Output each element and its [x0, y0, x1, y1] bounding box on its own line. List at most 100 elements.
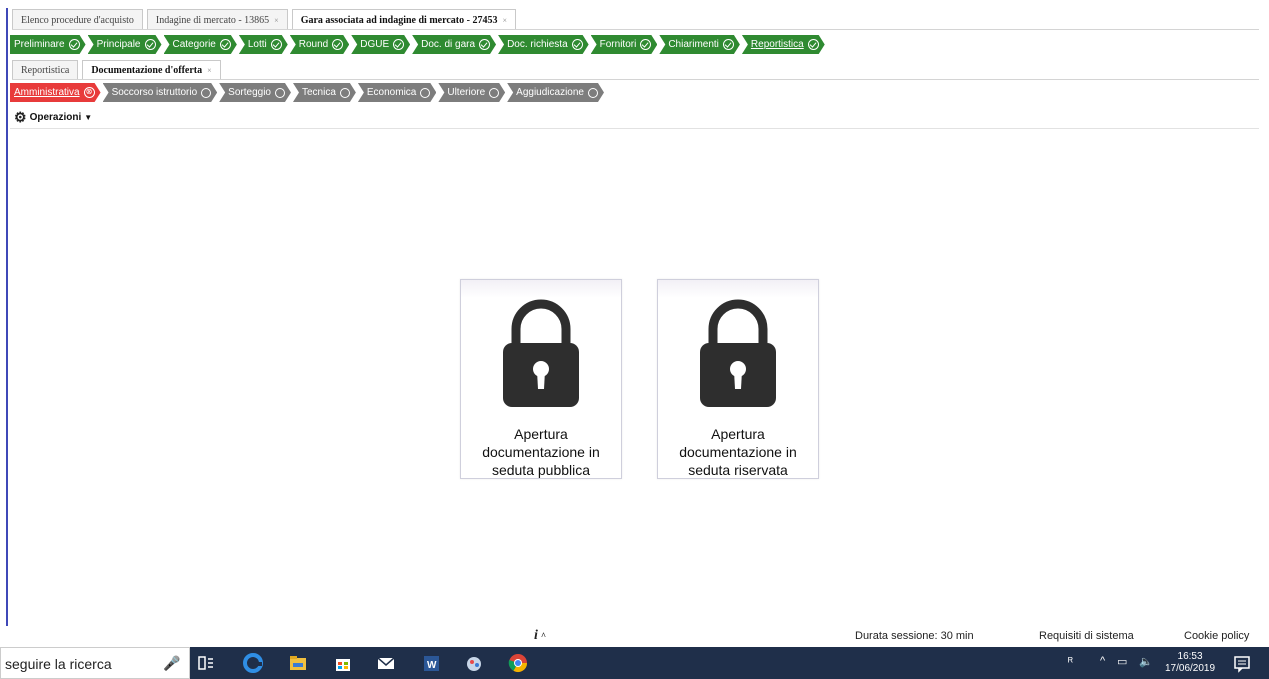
step-label: Categorie: [172, 39, 216, 50]
divider: [12, 29, 1259, 30]
lock-icon: [503, 299, 579, 407]
step-label: Round: [298, 39, 329, 50]
task-view-icon[interactable]: [196, 653, 216, 673]
step-dgue[interactable]: DGUE: [351, 35, 410, 54]
edge-icon[interactable]: [243, 653, 263, 673]
paint-icon[interactable]: [465, 653, 485, 673]
sub-tabs: Reportistica Documentazione d'offerta ×: [12, 60, 225, 80]
system-clock[interactable]: 16:53 17/06/2019: [1165, 651, 1215, 675]
step-label: Doc. di gara: [421, 39, 476, 50]
network-icon[interactable]: ▭: [1117, 655, 1127, 679]
step-label: Reportistica: [750, 39, 804, 50]
caret-up-icon: ^: [540, 631, 547, 641]
check-icon: [220, 39, 231, 50]
show-hidden-icons[interactable]: ^: [1100, 655, 1105, 679]
circle-icon: [201, 88, 211, 98]
close-icon[interactable]: ×: [207, 66, 212, 75]
step-round[interactable]: Round: [290, 35, 349, 54]
card-header-band: [461, 280, 621, 298]
step-doc-di-gara[interactable]: Doc. di gara: [412, 35, 496, 54]
notification-icon[interactable]: [1232, 653, 1252, 673]
chrome-icon[interactable]: [508, 653, 528, 673]
phase-economica[interactable]: Economica: [358, 83, 436, 102]
step-fornitori[interactable]: Fornitori: [591, 35, 658, 54]
step-categorie[interactable]: Categorie: [164, 35, 237, 54]
circle-icon: [340, 88, 350, 98]
step-reportistica[interactable]: Reportistica: [742, 35, 825, 54]
phase-label: Sorteggio: [228, 87, 271, 98]
svg-text:W: W: [427, 660, 437, 671]
search-placeholder: seguire la ricerca: [5, 656, 112, 672]
tab-label: Documentazione d'offerta: [91, 65, 203, 76]
check-icon: [808, 39, 819, 50]
check-icon: [69, 39, 80, 50]
phase-sorteggio[interactable]: Sorteggio: [219, 83, 291, 102]
file-explorer-icon[interactable]: [288, 653, 308, 673]
tab-label: Reportistica: [21, 65, 70, 76]
phase-amministrativa[interactable]: Amministrativa ⊗: [10, 83, 101, 102]
check-icon: [572, 39, 583, 50]
tab-indagine-mercato[interactable]: Indagine di mercato - 13865 ×: [146, 9, 288, 30]
system-requirements-link[interactable]: Requisiti di sistema: [1039, 630, 1134, 642]
step-doc-richiesta[interactable]: Doc. richiesta: [498, 35, 589, 54]
step-label: Doc. richiesta: [507, 39, 568, 50]
close-icon[interactable]: ×: [502, 16, 507, 25]
mail-icon[interactable]: [376, 653, 396, 673]
lock-icon: [700, 299, 776, 407]
phase-label: Ulteriore: [447, 87, 486, 98]
gear-icon: ⚙: [14, 109, 27, 125]
step-lotti[interactable]: Lotti: [239, 35, 288, 54]
card-label: Apertura documentazione in seduta pubbli…: [482, 426, 600, 478]
cookie-policy-link[interactable]: Cookie policy: [1184, 630, 1249, 642]
workflow-steps: Preliminare Principale Categorie Lotti R…: [10, 35, 827, 54]
open-public-session-card[interactable]: Apertura documentazione in seduta pubbli…: [460, 279, 622, 479]
step-preliminare[interactable]: Preliminare: [10, 35, 86, 54]
phase-label: Aggiudicazione: [516, 87, 584, 98]
circle-icon: [588, 88, 598, 98]
operations-menu[interactable]: ⚙ Operazioni ▼: [14, 109, 92, 126]
phase-label: Economica: [366, 87, 417, 98]
top-tabs: Elenco procedure d'acquisto Indagine di …: [12, 8, 520, 30]
step-chiarimenti[interactable]: Chiarimenti: [659, 35, 740, 54]
phase-aggiudicazione[interactable]: Aggiudicazione: [507, 83, 604, 102]
card-label: Apertura documentazione in seduta riserv…: [679, 426, 797, 478]
open-private-session-card[interactable]: Apertura documentazione in seduta riserv…: [657, 279, 819, 479]
store-icon[interactable]: [333, 653, 353, 673]
microphone-icon[interactable]: 🎤: [163, 655, 180, 672]
tab-reportistica[interactable]: Reportistica: [12, 60, 79, 80]
cancel-circle-icon: ⊗: [84, 87, 95, 98]
check-icon: [393, 39, 404, 50]
close-icon[interactable]: ×: [274, 16, 279, 25]
check-icon: [640, 39, 651, 50]
word-icon[interactable]: W: [421, 653, 441, 673]
volume-icon[interactable]: 🔈: [1139, 655, 1153, 679]
step-label: Principale: [96, 39, 141, 50]
clock-date: 17/06/2019: [1165, 663, 1216, 674]
tab-documentazione-offerta[interactable]: Documentazione d'offerta ×: [82, 60, 221, 80]
step-label: Preliminare: [14, 39, 65, 50]
session-duration: Durata sessione: 30 min: [855, 630, 974, 642]
divider: [12, 79, 1259, 80]
step-label: Chiarimenti: [668, 39, 719, 50]
phase-steps: Amministrativa ⊗ Soccorso istruttorio Sor…: [10, 83, 606, 102]
card-header-band: [658, 280, 818, 298]
phase-soccorso-istruttorio[interactable]: Soccorso istruttorio: [103, 83, 218, 102]
phase-label: Tecnica: [301, 87, 336, 98]
taskbar-search[interactable]: seguire la ricerca 🎤: [0, 647, 190, 679]
caret-down-icon: ▼: [84, 113, 93, 122]
tab-label: Gara associata ad indagine di mercato - …: [300, 14, 498, 26]
tab-gara-associata[interactable]: Gara associata ad indagine di mercato - …: [291, 9, 516, 30]
step-principale[interactable]: Principale: [88, 35, 162, 54]
phase-tecnica[interactable]: Tecnica: [293, 83, 356, 102]
info-toggle[interactable]: i ^: [534, 628, 546, 644]
operations-label: Operazioni: [29, 112, 82, 123]
people-icon[interactable]: ᴿ: [1068, 656, 1073, 679]
tab-elenco-procedure[interactable]: Elenco procedure d'acquisto: [12, 9, 143, 30]
step-label: DGUE: [360, 39, 390, 50]
app-window: Elenco procedure d'acquisto Indagine di …: [0, 0, 1269, 679]
left-border: [6, 8, 8, 626]
circle-icon: [275, 88, 285, 98]
phase-ulteriore[interactable]: Ulteriore: [438, 83, 505, 102]
tab-label: Indagine di mercato - 13865: [155, 14, 270, 26]
phase-label: Amministrativa: [14, 87, 80, 98]
